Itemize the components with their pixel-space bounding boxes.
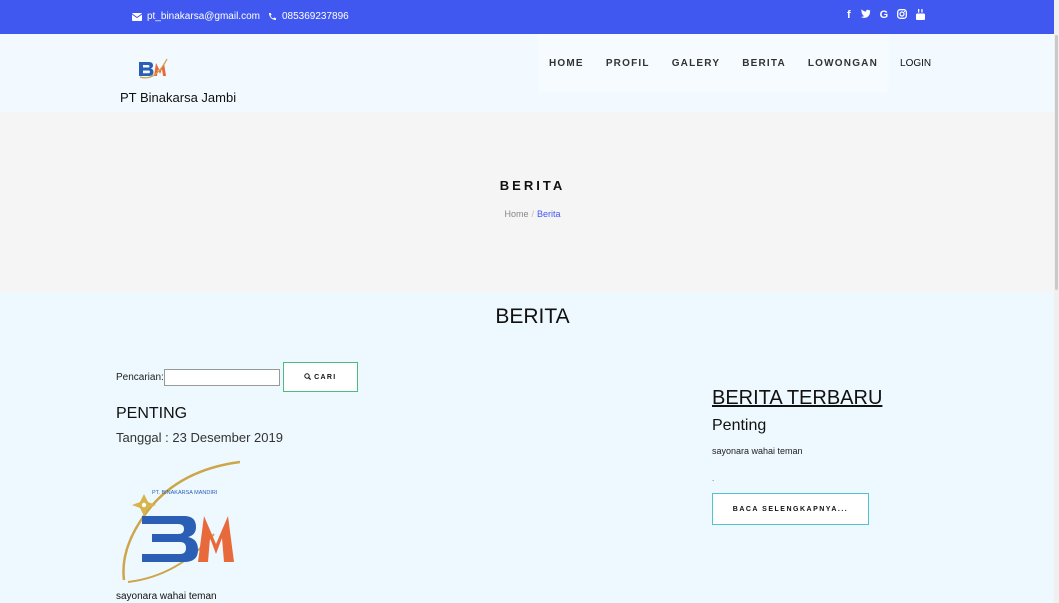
company-logo[interactable] — [137, 56, 169, 85]
latest-news-title: Penting — [712, 417, 767, 434]
read-more-button[interactable]: BACA SELENGKAPNYA... — [712, 493, 869, 525]
phone-icon — [268, 12, 277, 21]
breadcrumb: Home / Berita — [0, 209, 1059, 219]
search-button[interactable]: CARI — [282, 362, 358, 392]
envelope-icon — [132, 12, 142, 21]
scrollbar-thumb[interactable] — [1055, 35, 1058, 290]
latest-news-heading[interactable]: BERITA TERBARU — [712, 387, 882, 410]
breadcrumb-home[interactable]: Home — [504, 209, 528, 219]
nav-berita[interactable]: BERITA — [731, 34, 797, 92]
search-input[interactable] — [163, 368, 280, 386]
email-text: pt_binakarsa@gmail.com — [147, 11, 260, 22]
email-contact[interactable]: pt_binakarsa@gmail.com — [132, 11, 260, 22]
nav-profil[interactable]: PROFIL — [594, 34, 661, 92]
nav-galery[interactable]: GALERY — [660, 34, 732, 92]
breadcrumb-separator: / — [531, 209, 534, 219]
nav-home[interactable]: HOME — [538, 34, 595, 92]
instagram-icon[interactable] — [897, 9, 908, 21]
latest-news-text: sayonara wahai teman — [712, 446, 803, 456]
nav-lowongan[interactable]: LOWONGAN — [796, 34, 890, 92]
search-button-label: CARI — [314, 373, 337, 381]
search-icon — [304, 372, 312, 382]
nav-login[interactable]: LOGIN — [889, 34, 942, 92]
post-excerpt: sayonara wahai teman — [116, 591, 217, 602]
search-form: Pencarian: CARI — [116, 362, 358, 392]
facebook-icon[interactable]: f — [847, 9, 851, 21]
page-title: BERITA — [499, 178, 566, 193]
search-label: Pencarian: — [116, 371, 164, 383]
main-nav: HOME PROFIL GALERY BERITA LOWONGAN LOGIN — [538, 34, 942, 92]
phone-contact[interactable]: 085369237896 — [268, 11, 349, 22]
twitter-icon[interactable] — [860, 9, 871, 21]
logo-caption: PT. BINAKARSA MANDIRI — [152, 490, 218, 496]
top-bar: pt_binakarsa@gmail.com 085369237896 f G — [0, 0, 1054, 34]
page-hero — [0, 112, 1054, 292]
breadcrumb-current: Berita — [537, 209, 561, 219]
section-title: BERITA — [495, 305, 570, 328]
post-image[interactable]: PT. BINAKARSA MANDIRI — [118, 458, 248, 588]
social-links: f G — [847, 9, 926, 21]
latest-news-dot: . — [712, 474, 715, 483]
youtube-icon[interactable] — [916, 9, 926, 21]
brand-name: PT Binakarsa Jambi — [120, 90, 237, 105]
phone-text: 085369237896 — [282, 11, 349, 22]
post-title[interactable]: PENTING — [116, 405, 187, 423]
google-icon[interactable]: G — [880, 9, 889, 21]
post-date: Tanggal : 23 Desember 2019 — [116, 430, 283, 445]
